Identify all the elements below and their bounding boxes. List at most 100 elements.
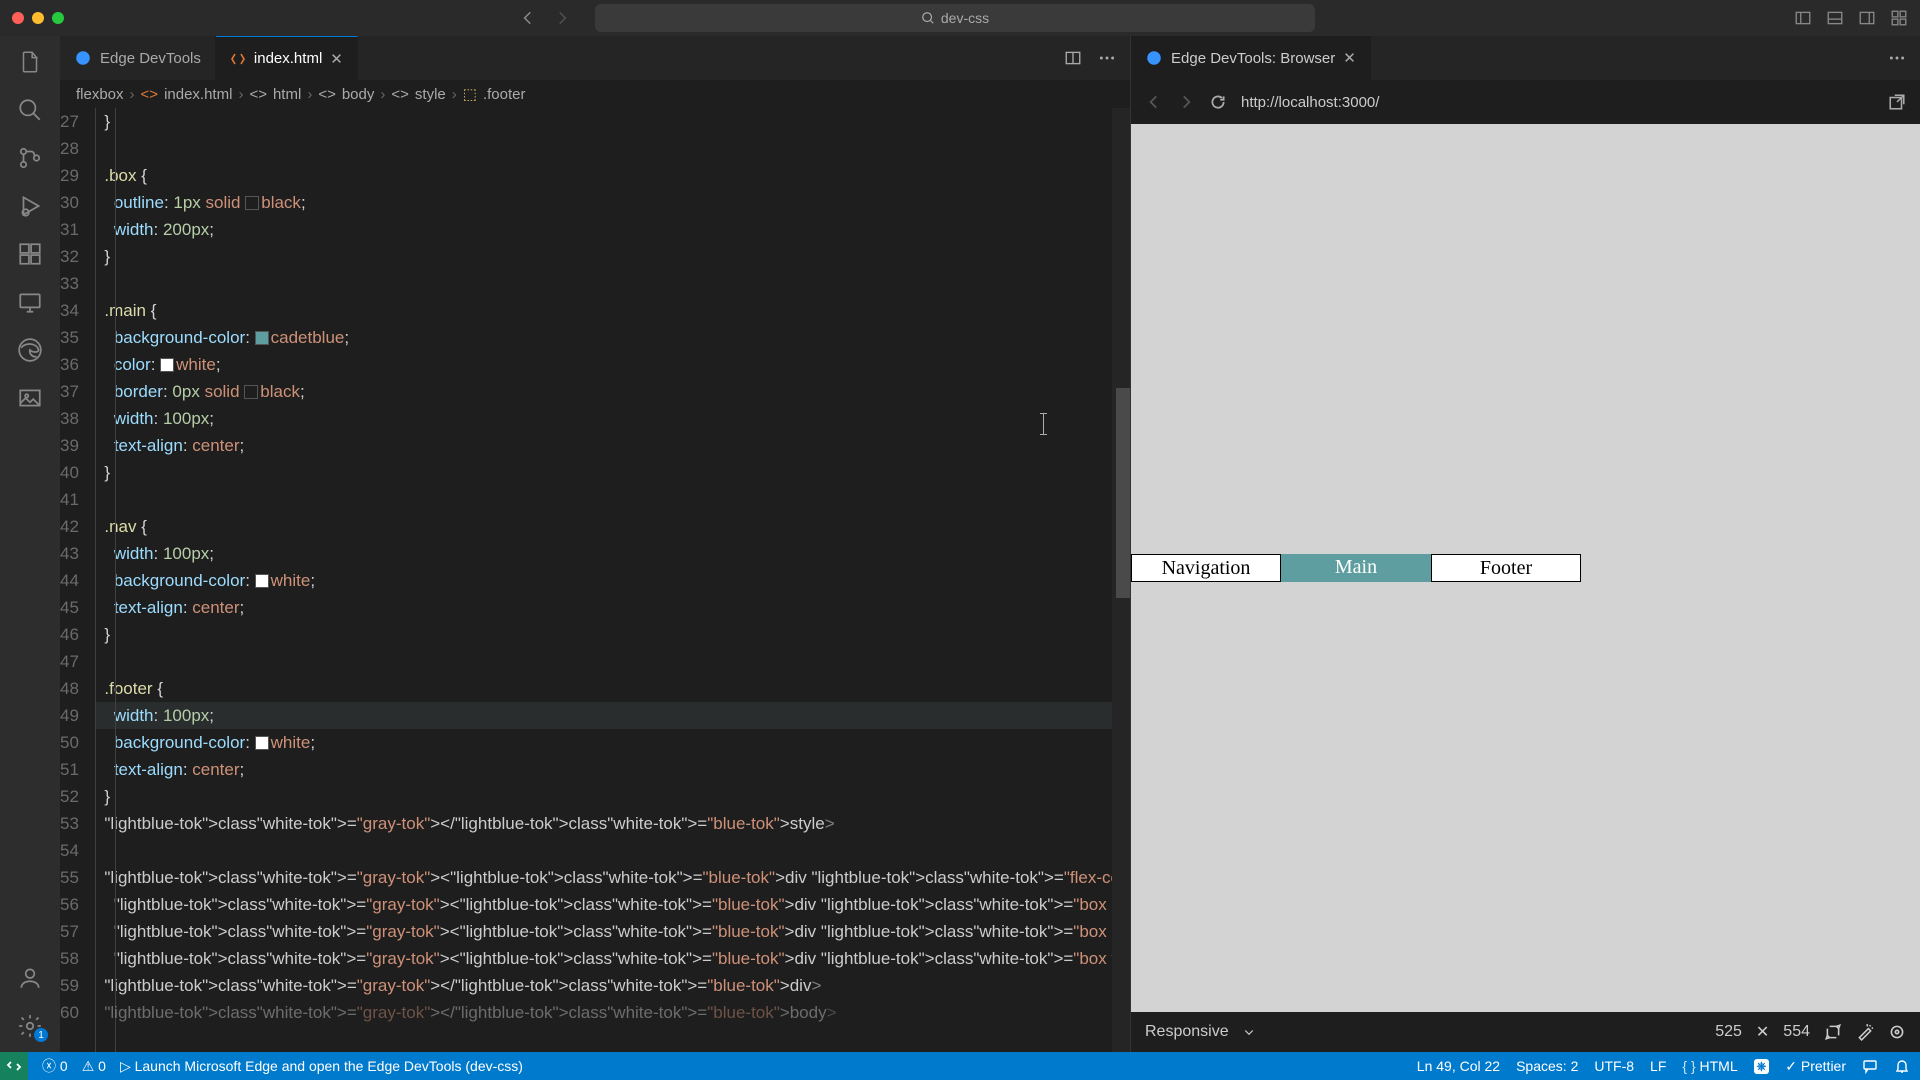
code-line[interactable]: background-color: white; — [95, 729, 1130, 756]
viewport-height[interactable]: 554 — [1783, 1023, 1810, 1041]
split-editor-icon[interactable] — [1064, 49, 1082, 67]
status-launch-task[interactable]: ▷ Launch Microsoft Edge and open the Edg… — [120, 1058, 523, 1075]
status-cursor-position[interactable]: Ln 49, Col 22 — [1417, 1058, 1500, 1074]
source-control-activity[interactable] — [16, 144, 44, 172]
code-line[interactable]: width: 100px; — [95, 405, 1130, 432]
code-line[interactable]: .box { — [95, 162, 1130, 189]
breadcrumb-item[interactable]: .footer — [483, 86, 526, 103]
command-center[interactable]: dev-css — [595, 4, 1315, 32]
browser-url[interactable]: http://localhost:3000/ — [1241, 94, 1874, 111]
layout-panel-bottom-icon[interactable] — [1826, 9, 1844, 27]
close-window-button[interactable] — [12, 12, 24, 24]
more-actions-icon[interactable] — [1098, 49, 1116, 67]
code-line[interactable]: .main { — [95, 297, 1130, 324]
layout-customize-icon[interactable] — [1890, 9, 1908, 27]
run-debug-activity[interactable] — [16, 192, 44, 220]
browser-forward-icon[interactable] — [1177, 93, 1195, 111]
edge-activity[interactable] — [16, 336, 44, 364]
code-line[interactable]: background-color: cadetblue; — [95, 324, 1130, 351]
code-line[interactable]: "lightblue-tok">class"white-tok">="gray-… — [95, 864, 1130, 891]
nav-back-icon[interactable] — [519, 9, 537, 27]
code-line[interactable] — [95, 270, 1130, 297]
browser-viewport[interactable]: Navigation Main Footer — [1131, 124, 1920, 1012]
code-line[interactable]: color: white; — [95, 351, 1130, 378]
status-eol[interactable]: LF — [1650, 1058, 1666, 1074]
code-line[interactable]: border: 0px solid black; — [95, 378, 1130, 405]
status-prettier[interactable]: ✓ Prettier — [1785, 1058, 1846, 1075]
code-line[interactable]: text-align: center; — [95, 432, 1130, 459]
remote-activity[interactable] — [16, 288, 44, 316]
code-line[interactable]: .nav { — [95, 513, 1130, 540]
breadcrumbs[interactable]: flexbox› <> index.html› <> html› <> body… — [60, 80, 1130, 108]
code-line[interactable]: } — [95, 621, 1130, 648]
code-line[interactable]: width: 200px; — [95, 216, 1130, 243]
breadcrumb-item[interactable]: body — [342, 86, 375, 103]
breadcrumb-item[interactable]: style — [415, 86, 446, 103]
code-line[interactable]: "lightblue-tok">class"white-tok">="gray-… — [95, 918, 1130, 945]
more-actions-icon[interactable] — [1888, 49, 1906, 67]
code-line[interactable] — [95, 648, 1130, 675]
code-line[interactable] — [95, 135, 1130, 162]
settings-activity[interactable]: 1 — [16, 1012, 44, 1040]
minimap[interactable] — [1112, 108, 1130, 1052]
code-line[interactable]: text-align: center; — [95, 594, 1130, 621]
code-line[interactable]: text-align: center; — [95, 756, 1130, 783]
rotate-icon[interactable] — [1824, 1023, 1842, 1041]
code-line[interactable]: "lightblue-tok">class"white-tok">="gray-… — [95, 999, 1130, 1026]
code-line[interactable]: background-color: white; — [95, 567, 1130, 594]
status-errors[interactable]: ⓧ 0 — [42, 1056, 68, 1076]
code-line[interactable]: width: 100px; — [95, 702, 1130, 729]
scrollbar-thumb[interactable] — [1116, 388, 1130, 598]
browser-back-icon[interactable] — [1145, 93, 1163, 111]
target-icon[interactable] — [1888, 1023, 1906, 1041]
breadcrumb-item[interactable]: index.html — [164, 86, 232, 103]
code-line[interactable] — [95, 837, 1130, 864]
minimize-window-button[interactable] — [32, 12, 44, 24]
wand-icon[interactable] — [1856, 1023, 1874, 1041]
code-line[interactable]: width: 100px; — [95, 540, 1130, 567]
viewport-width[interactable]: 525 — [1715, 1023, 1742, 1041]
bell-icon[interactable] — [1894, 1058, 1910, 1074]
code-line[interactable] — [95, 486, 1130, 513]
image-activity[interactable] — [16, 384, 44, 412]
code-editor[interactable]: 2728293031323334353637383940414243444546… — [60, 108, 1130, 1052]
tab-index-html[interactable]: index.html ✕ — [216, 36, 358, 80]
copilot-icon[interactable]: ⎈ — [1754, 1059, 1770, 1074]
status-warnings[interactable]: ⚠ 0 — [82, 1058, 106, 1075]
remote-indicator[interactable] — [0, 1052, 28, 1080]
status-language[interactable]: { } HTML — [1682, 1058, 1737, 1074]
open-external-icon[interactable] — [1888, 93, 1906, 111]
browser-reload-icon[interactable] — [1209, 93, 1227, 111]
code-line[interactable]: } — [95, 459, 1130, 486]
extensions-activity[interactable] — [16, 240, 44, 268]
layout-panel-left-icon[interactable] — [1794, 9, 1812, 27]
code-line[interactable]: .footer { — [95, 675, 1130, 702]
breadcrumb-item[interactable]: html — [273, 86, 301, 103]
code-line[interactable]: } — [95, 243, 1130, 270]
code-line[interactable]: "lightblue-tok">class"white-tok">="gray-… — [95, 810, 1130, 837]
explorer-activity[interactable] — [16, 48, 44, 76]
status-indentation[interactable]: Spaces: 2 — [1516, 1058, 1578, 1074]
device-mode[interactable]: Responsive — [1145, 1023, 1229, 1041]
tab-edge-devtools[interactable]: Edge DevTools — [60, 36, 216, 80]
accounts-activity[interactable] — [16, 964, 44, 992]
tab-edge-devtools-browser[interactable]: Edge DevTools: Browser ✕ — [1131, 36, 1371, 80]
code-line[interactable]: } — [95, 783, 1130, 810]
rendered-flex-container: Navigation Main Footer — [1131, 554, 1581, 582]
maximize-window-button[interactable] — [52, 12, 64, 24]
device-toolbar: Responsive 525 ✕ 554 — [1131, 1012, 1920, 1052]
tab-close-button[interactable]: ✕ — [1343, 49, 1356, 67]
code-line[interactable]: "lightblue-tok">class"white-tok">="gray-… — [95, 972, 1130, 999]
status-encoding[interactable]: UTF-8 — [1594, 1058, 1634, 1074]
code-line[interactable]: } — [95, 108, 1130, 135]
code-line[interactable]: outline: 1px solid black; — [95, 189, 1130, 216]
nav-forward-icon[interactable] — [553, 9, 571, 27]
search-activity[interactable] — [16, 96, 44, 124]
code-line[interactable]: "lightblue-tok">class"white-tok">="gray-… — [95, 945, 1130, 972]
chevron-down-icon[interactable] — [1243, 1026, 1255, 1038]
tab-close-button[interactable]: ✕ — [330, 50, 343, 68]
code-line[interactable]: "lightblue-tok">class"white-tok">="gray-… — [95, 891, 1130, 918]
breadcrumb-item[interactable]: flexbox — [76, 86, 124, 103]
feedback-icon[interactable] — [1862, 1058, 1878, 1074]
layout-panel-right-icon[interactable] — [1858, 9, 1876, 27]
